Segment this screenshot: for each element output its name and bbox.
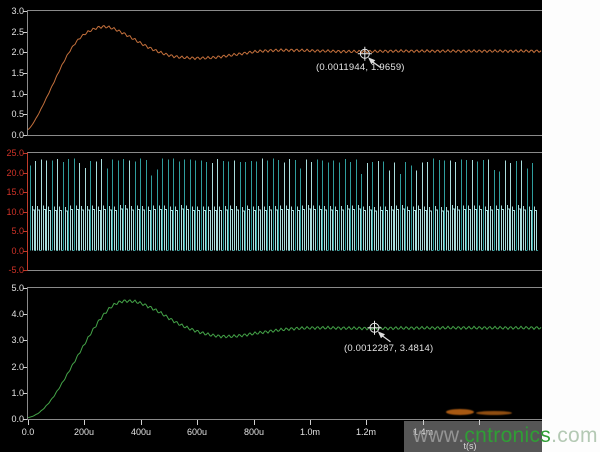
x-tick-label: 1.2m	[344, 427, 388, 437]
y-tick-label: 1.5	[0, 68, 24, 78]
y-tick-label: 15.0	[0, 187, 24, 197]
y-tick-label: 5.0	[0, 283, 24, 293]
simulation-scope-screen: 3.0 2.5 2.0 1.5 1.0 0.5 0.0 25.0 20.0 15.0 10.0 5.0…	[0, 0, 600, 452]
x-tick-mark	[197, 420, 198, 425]
cursor-readout-bottom: (0.0012287, 3.4814)	[344, 343, 433, 354]
waveform-canvas	[0, 0, 600, 452]
y-tick-label: 10.0	[0, 207, 24, 217]
y-tick-label: 3.0	[0, 6, 24, 16]
x-tick-label: 400u	[119, 427, 163, 437]
x-tick-mark	[310, 420, 311, 425]
y-tick-label: 0.0	[0, 130, 24, 140]
x-tick-label: 600u	[175, 427, 219, 437]
watermark-com: .com	[551, 424, 598, 447]
y-tick-label: 25.0	[0, 148, 24, 158]
orange-mark-right	[476, 411, 512, 415]
x-tick-label: 800u	[232, 427, 276, 437]
watermark-name: cntronics	[464, 424, 551, 447]
x-tick-label: 1.0m	[288, 427, 332, 437]
x-tick-mark	[141, 420, 142, 425]
y-tick-label: 2.0	[0, 47, 24, 57]
y-tick-label: 0.0	[0, 246, 24, 256]
y-tick-label: 3.0	[0, 335, 24, 345]
cursor-readout-top: (0.0011944, 1.9659)	[316, 62, 405, 73]
x-tick-label: 0.0	[6, 427, 50, 437]
x-tick-mark	[28, 420, 29, 425]
y-tick-label: 2.0	[0, 362, 24, 372]
y-tick-label: 4.0	[0, 309, 24, 319]
x-tick-mark	[366, 420, 367, 425]
y-tick-label: 0.5	[0, 109, 24, 119]
y-tick-label: -5.0	[0, 265, 24, 275]
y-tick-label: 1.0	[0, 388, 24, 398]
y-tick-label: 2.5	[0, 27, 24, 37]
y-tick-label: 20.0	[0, 168, 24, 178]
y-tick-label: 0.0	[0, 414, 24, 424]
y-tick-label: 5.0	[0, 226, 24, 236]
y-tick-label: 1.0	[0, 89, 24, 99]
watermark-text: www.cntronics.com	[413, 425, 598, 447]
x-tick-mark	[254, 420, 255, 425]
x-tick-label: 200u	[62, 427, 106, 437]
watermark-www: www.	[413, 424, 464, 447]
orange-mark-left	[446, 409, 474, 415]
x-tick-mark	[84, 420, 85, 425]
